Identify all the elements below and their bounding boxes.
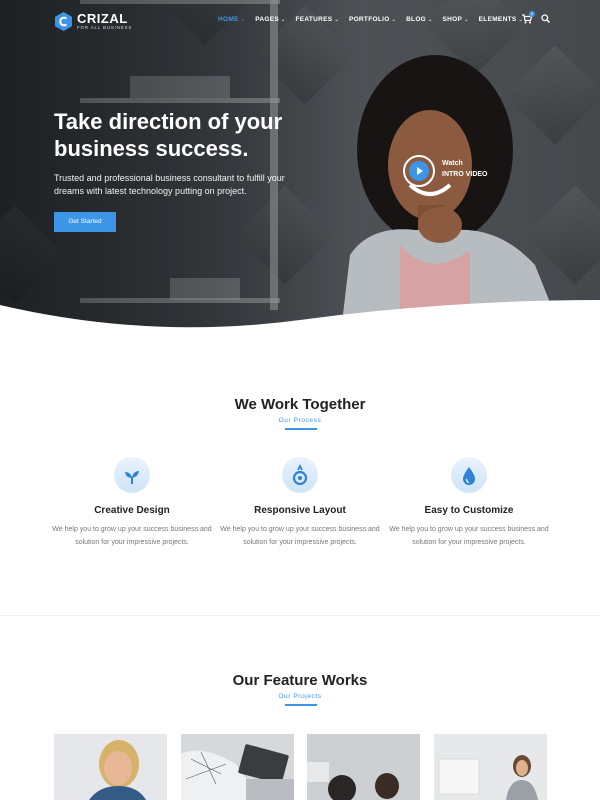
menu-label: HOME (218, 16, 239, 23)
project-card[interactable] (307, 734, 420, 800)
feature-card-responsive-layout: Responsive Layout We help you to grow up… (220, 457, 380, 549)
feature-title: Creative Design (94, 505, 170, 516)
logo-icon[interactable] (55, 12, 72, 31)
menu-label: ELEMENTS (478, 16, 517, 23)
feature-title: Responsive Layout (254, 505, 346, 516)
works-subtitle: Our Projects (278, 693, 322, 700)
watch-label[interactable]: Watch (442, 160, 463, 167)
feature-description: We help you to grow up your success busi… (220, 526, 380, 546)
top-navigation: CRIZAL FOR ALL BUSINESS HOME ⌄ PAGES ⌄ FEA… (0, 0, 600, 42)
feature-card-easy-customize: Easy to Customize We help you to grow up… (389, 457, 549, 549)
project-card[interactable] (434, 734, 547, 800)
menu-item-home[interactable]: HOME ⌄ (218, 16, 245, 23)
feature-card-creative-design: Creative Design We help you to grow up y… (52, 457, 212, 549)
cart-count-badge: 0 (529, 11, 535, 17)
project-image (54, 734, 167, 800)
menu-label: PAGES (255, 16, 279, 23)
chevron-down-icon: ⌄ (428, 17, 433, 23)
project-image (307, 734, 420, 800)
main-menu: HOME ⌄ PAGES ⌄ FEATURES ⌄ PORTFOLIO ⌄ BLOG ⌄ … (218, 16, 533, 23)
menu-item-features[interactable]: FEATURES ⌄ (295, 16, 338, 23)
chevron-down-icon: ⌄ (280, 17, 286, 23)
chevron-down-icon: ⌄ (334, 17, 339, 23)
drop-icon (463, 467, 475, 485)
menu-item-elements[interactable]: ELEMENTS ⌄ (479, 16, 523, 23)
chevron-down-icon: ⌄ (391, 17, 397, 23)
project-card[interactable] (181, 734, 294, 800)
project-image (181, 734, 294, 800)
logo-tagline: FOR ALL BUSINESS (77, 25, 133, 30)
section-divider (0, 615, 600, 616)
responsive-icon (292, 463, 308, 486)
hero-subtitle: Trusted and professional business consul… (54, 173, 285, 196)
menu-item-pages[interactable]: PAGES ⌄ (255, 16, 285, 23)
hero-wave (0, 300, 600, 340)
hero-title: Take direction of your business success. (54, 109, 283, 161)
section-underline (285, 704, 317, 706)
menu-label: BLOG (406, 16, 427, 23)
menu-label: SHOP (442, 16, 463, 23)
feature-icon-circle (114, 457, 150, 493)
hero-section (0, 0, 600, 340)
section-underline (285, 428, 317, 430)
feature-icon-circle (282, 457, 318, 493)
play-icon-bg (409, 161, 429, 181)
menu-item-shop[interactable]: SHOP ⌄ (443, 16, 469, 23)
menu-item-blog[interactable]: BLOG ⌄ (406, 16, 432, 23)
search-icon[interactable] (541, 14, 550, 23)
feature-title: Easy to Customize (424, 505, 514, 516)
feature-icon-circle (451, 457, 487, 493)
menu-label: PORTFOLIO (348, 16, 390, 23)
get-started-button[interactable]: Get Started (54, 212, 116, 232)
intro-video-label[interactable]: INTRO VIDEO (442, 171, 488, 178)
chevron-down-icon: ⌄ (464, 17, 469, 23)
works-title: Our Feature Works (232, 672, 368, 689)
play-icon (417, 167, 423, 175)
menu-item-portfolio[interactable]: PORTFOLIO ⌄ (349, 16, 396, 23)
feature-description: We help you to grow up your success busi… (389, 526, 549, 546)
play-video-button[interactable] (403, 155, 435, 187)
project-card[interactable] (54, 734, 167, 800)
process-title: We Work Together (234, 396, 366, 413)
logo-text[interactable]: CRIZAL (77, 11, 128, 26)
menu-label: FEATURES (295, 16, 333, 23)
project-image (434, 734, 547, 800)
process-subtitle: Our Process (278, 417, 322, 424)
leaf-icon (125, 471, 139, 484)
chevron-down-icon: ⌄ (240, 17, 246, 23)
feature-description: We help you to grow up your success busi… (52, 526, 212, 546)
